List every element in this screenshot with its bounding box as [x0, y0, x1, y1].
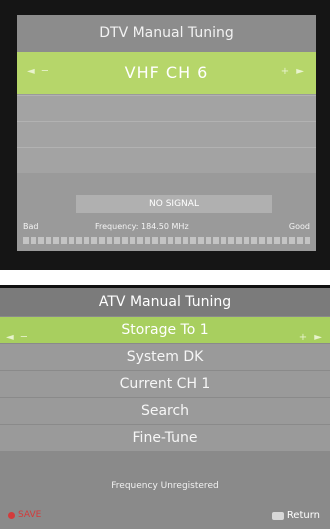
save-button[interactable]: SAVE: [8, 510, 41, 520]
dtv-manual-tuning-screen: DTV Manual Tuning ◄ ─ VHF CH 6 + ► NO SI…: [17, 15, 316, 251]
save-label: SAVE: [18, 510, 42, 520]
dtv-tv-photo: DTV Manual Tuning ◄ ─ VHF CH 6 + ► NO SI…: [0, 0, 330, 270]
menu-item-fine-tune[interactable]: Fine-Tune: [0, 425, 330, 451]
menu-item-label: Storage To 1: [121, 322, 209, 338]
signal-bad-label: Bad: [23, 222, 39, 231]
menu-item-label: System DK: [126, 349, 204, 365]
menu-item-label: Search: [140, 403, 190, 419]
no-signal-status: NO SIGNAL: [76, 195, 272, 213]
signal-good-label: Good: [288, 222, 310, 231]
dtv-channel-selector[interactable]: ◄ ─ VHF CH 6 + ►: [17, 52, 316, 94]
return-button[interactable]: Return: [271, 510, 320, 521]
menu-item-label: Fine-Tune: [132, 430, 198, 446]
menu-item-system[interactable]: System DK: [0, 344, 330, 370]
menu-item-storage[interactable]: ◄ ─ Storage To 1 + ►: [0, 317, 330, 343]
atv-manual-tuning-screen: ATV Manual Tuning ◄ ─ Storage To 1 + ► S…: [0, 288, 330, 529]
atv-tv-photo: ATV Manual Tuning ◄ ─ Storage To 1 + ► S…: [0, 285, 330, 529]
frequency-status: Frequency Unregistered: [111, 481, 219, 491]
right-arrow-icon: + ►: [280, 66, 306, 77]
channel-label: VHF CH 6: [124, 63, 209, 82]
signal-strength-bar: [23, 237, 311, 244]
menu-item-label: Current CH 1: [119, 376, 211, 392]
atv-title: ATV Manual Tuning: [0, 288, 330, 316]
menu-item-current-channel[interactable]: Current CH 1: [0, 371, 330, 397]
dtv-title: DTV Manual Tuning: [17, 15, 316, 52]
empty-row: [17, 147, 316, 173]
empty-row: [17, 121, 316, 147]
menu-item-search[interactable]: Search: [0, 398, 330, 424]
empty-row: [17, 95, 316, 121]
menu-key-icon: [271, 511, 284, 520]
return-label: Return: [286, 510, 320, 521]
frequency-readout: Frequency: 184.50 MHz: [95, 222, 189, 231]
red-button-icon: [8, 511, 15, 519]
